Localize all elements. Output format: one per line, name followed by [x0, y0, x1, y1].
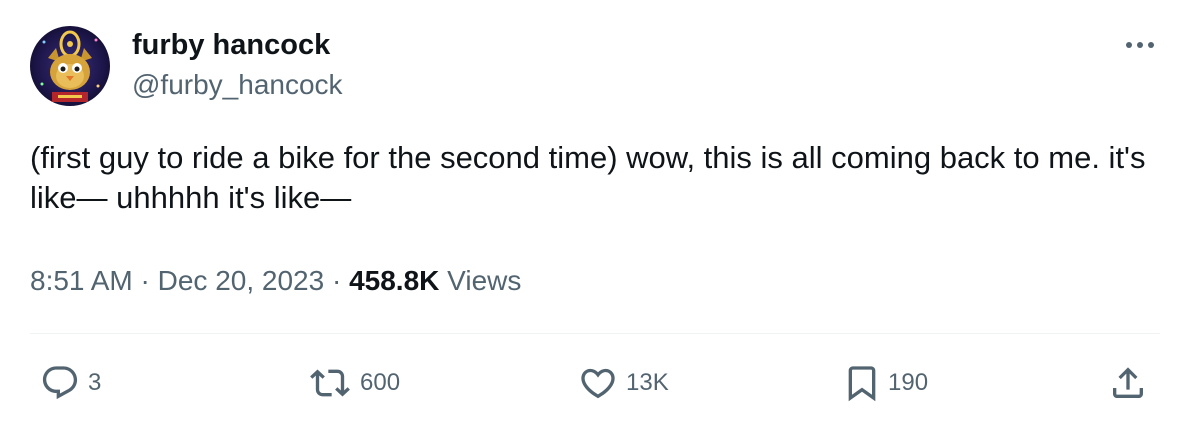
retweet-icon — [310, 369, 350, 397]
retweet-count: 600 — [360, 369, 401, 396]
bookmark-icon — [848, 366, 876, 402]
reply-bubble-icon — [42, 366, 78, 400]
timestamp-link[interactable]: 8:51 AM · Dec 20, 2023 — [30, 265, 324, 296]
user-handle[interactable]: @furby_hancock — [132, 68, 343, 102]
share-button[interactable] — [1108, 360, 1148, 406]
avatar-image — [30, 26, 110, 106]
bookmark-count: 190 — [888, 369, 929, 396]
meta-separator: · — [331, 265, 342, 296]
bookmark-button[interactable]: 190 — [842, 360, 928, 406]
tweet-card: furby hancock @furby_hancock (first guy … — [0, 0, 1188, 426]
avatar[interactable] — [30, 26, 110, 106]
heart-icon — [581, 368, 615, 399]
more-horizontal-icon — [1126, 42, 1154, 48]
more-button[interactable] — [1120, 30, 1160, 60]
tweet-time: 8:51 AM — [30, 265, 133, 296]
like-button[interactable]: 13K — [576, 360, 669, 406]
divider — [30, 333, 1160, 334]
retweet-button[interactable]: 600 — [306, 360, 400, 406]
reply-button[interactable]: 3 — [38, 360, 101, 406]
share-upload-icon — [1113, 367, 1143, 398]
meta-separator: · — [140, 265, 150, 296]
like-count: 13K — [626, 369, 669, 396]
action-bar: 3 600 13K 190 — [0, 360, 1188, 406]
tweet-meta: 8:51 AM · Dec 20, 2023 · 458.8K Views — [30, 264, 521, 298]
reply-count: 3 — [88, 369, 102, 396]
display-name[interactable]: furby hancock — [132, 28, 330, 62]
tweet-text: (first guy to ride a bike for the second… — [30, 140, 1155, 215]
views-count: 458.8K — [349, 265, 440, 296]
views-label: Views — [447, 265, 522, 296]
tweet-date: Dec 20, 2023 — [157, 265, 325, 296]
